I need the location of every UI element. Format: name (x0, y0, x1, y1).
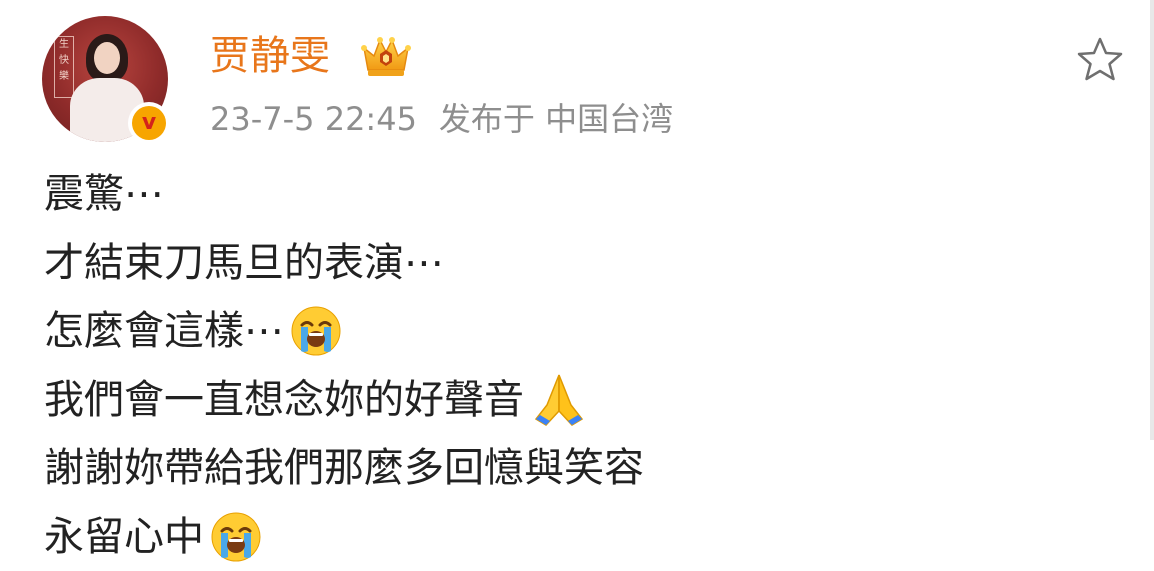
content-line: 我們會一直想念妳的好聲音 (44, 366, 1124, 435)
folded-hands-icon (530, 371, 588, 429)
crown-member-icon (358, 30, 414, 80)
content-line-text: 怎麼會這樣⋯ (44, 297, 284, 366)
content-line-text: 才結束刀馬旦的表演⋯ (44, 229, 444, 298)
content-line-text: 永留心中 (44, 503, 204, 571)
content-line: 才結束刀馬旦的表演⋯ (44, 229, 1124, 298)
content-line-text: 震驚⋯ (44, 160, 164, 229)
avatar-face (94, 42, 120, 74)
loudly-crying-face-icon (210, 511, 262, 563)
post-timestamp: 23-7-5 22:45 (210, 100, 417, 138)
content-line-text: 我們會一直想念妳的好聲音 (44, 366, 524, 435)
loudly-crying-face-icon (290, 305, 342, 357)
post-source: 发布于 中国台湾 (439, 100, 673, 138)
content-line: 怎麼會這樣⋯ (44, 297, 1124, 366)
weibo-post: 生 快 樂 v 贾静雯 23-7-5 22:45 发布于 中国台湾 震驚⋯ (0, 0, 1154, 568)
post-content: 震驚⋯ 才結束刀馬旦的表演⋯ 怎麼會這樣⋯ 我們會一直想念妳的好聲音 (44, 160, 1124, 571)
verified-badge-icon: v (128, 102, 170, 144)
content-line: 謝謝妳帶給我們那麼多回憶與笑容 (44, 434, 1124, 503)
content-line-text: 謝謝妳帶給我們那麼多回憶與笑容 (44, 434, 644, 503)
content-line: 震驚⋯ (44, 160, 1124, 229)
scroll-edge (1150, 0, 1154, 440)
author-name[interactable]: 贾静雯 (210, 28, 330, 84)
avatar-decoration-text: 生 快 樂 (54, 36, 74, 98)
content-line: 永留心中 (44, 503, 1124, 571)
post-meta: 23-7-5 22:45 发布于 中国台湾 (210, 96, 673, 142)
star-outline-icon[interactable] (1074, 34, 1126, 86)
